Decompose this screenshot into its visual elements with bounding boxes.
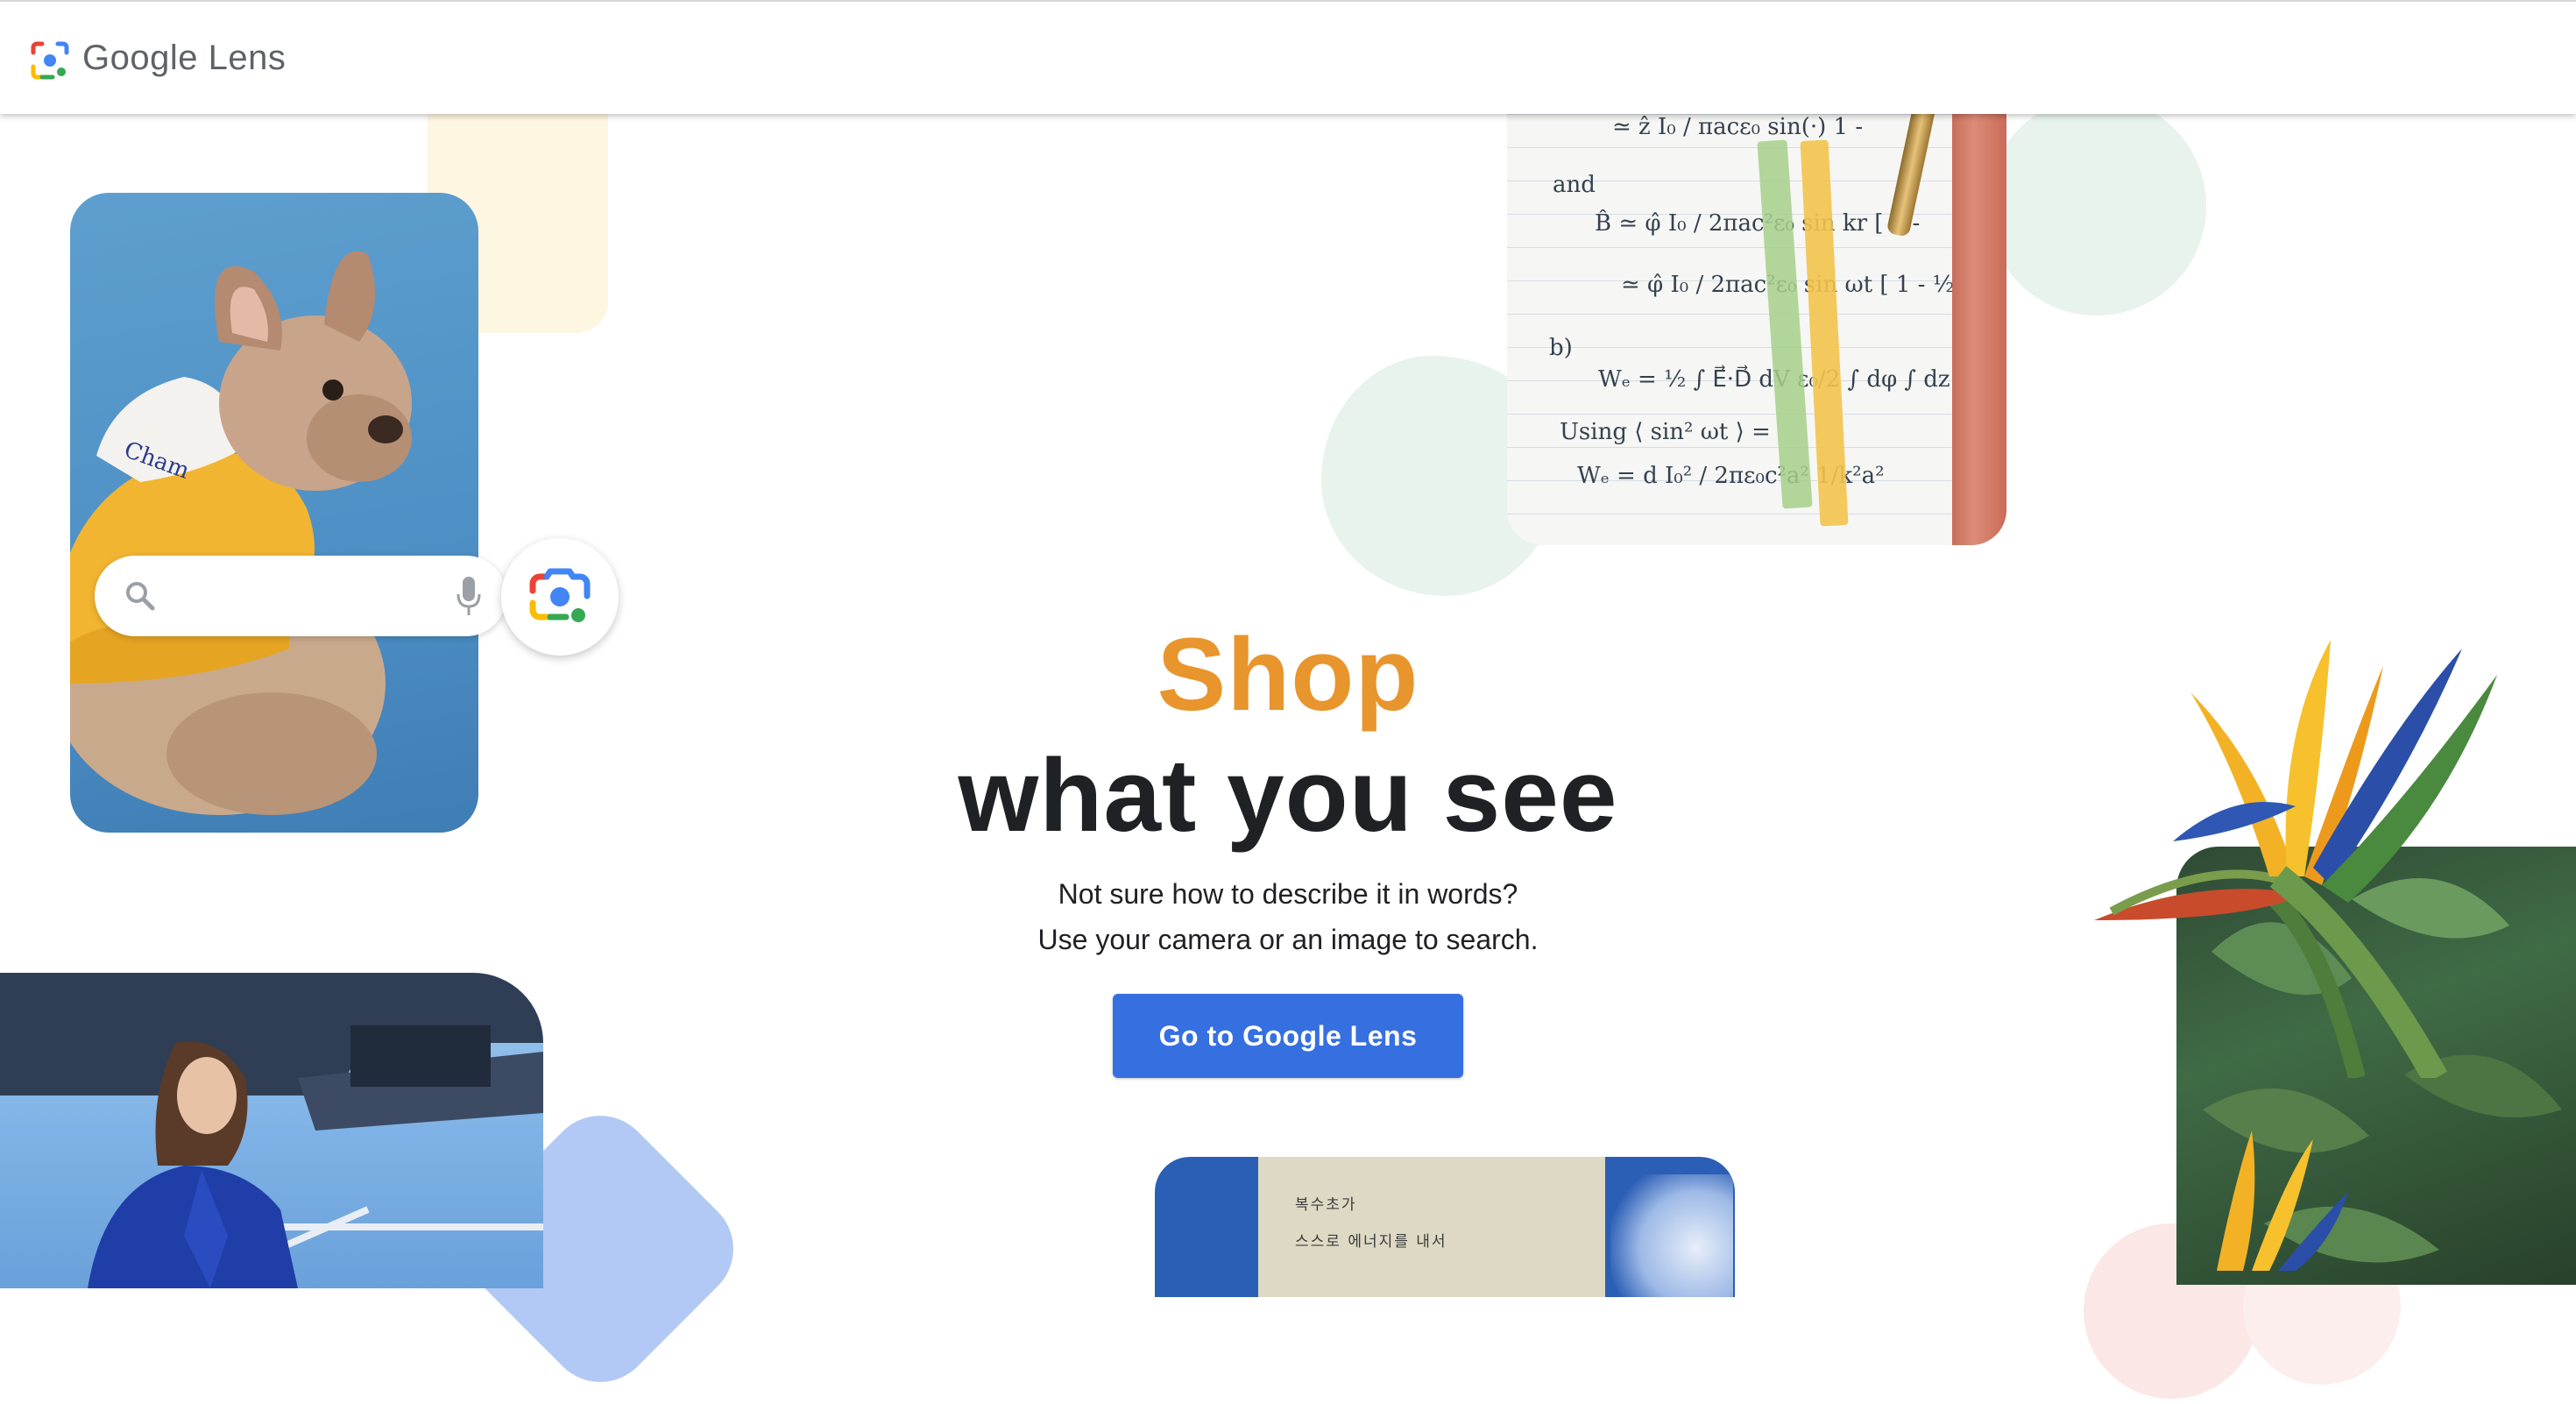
top-header: Google Lens bbox=[0, 0, 2576, 114]
hero-title-main: what you see bbox=[958, 738, 1618, 854]
notes-line: B̂ ≃ φ̂ I₀ / 2πac²ε₀ sin kr [ 1 - bbox=[1595, 210, 1921, 237]
google-lens-icon bbox=[529, 568, 591, 622]
math-notebook-photo: ≃ ẑ I₀ / πacε₀ sin(·) 1 - and B̂ ≃ φ̂ I₀… bbox=[1507, 88, 2006, 545]
google-lens-logo-icon[interactable] bbox=[30, 40, 70, 81]
notes-line: b) bbox=[1549, 335, 1573, 361]
korean-text-photo: 복수초가 스스로 에너지를 내서 bbox=[1155, 1157, 1735, 1297]
logo-google-text: Google bbox=[82, 39, 198, 77]
paper-page: 복수초가 스스로 에너지를 내서 bbox=[1258, 1157, 1605, 1297]
search-icon bbox=[123, 578, 158, 613]
google-lens-camera-button[interactable] bbox=[501, 538, 619, 656]
google-lens-wordmark[interactable]: Google Lens bbox=[82, 33, 286, 82]
bird-of-paradise-flower-small bbox=[2217, 1131, 2348, 1271]
korean-line: 스스로 에너지를 내서 bbox=[1295, 1233, 1447, 1251]
notes-line: and bbox=[1553, 172, 1596, 198]
logo-lens-text: Lens bbox=[208, 39, 287, 77]
sky-cloud bbox=[1610, 1174, 1733, 1297]
woman-in-blue-suit-photo bbox=[0, 973, 543, 1288]
search-bar-mock[interactable] bbox=[95, 556, 506, 636]
notebook-cover bbox=[1952, 88, 2006, 545]
korean-line: 복수초가 bbox=[1295, 1196, 1357, 1214]
notes-line: Using ⟨ sin² ωt ⟩ = bbox=[1560, 419, 1771, 445]
microphone-icon[interactable] bbox=[456, 575, 482, 617]
notes-line: ≃ ẑ I₀ / πacε₀ sin(·) 1 - bbox=[1612, 114, 1864, 140]
hero-subtitle-line2: Use your camera or an image to search. bbox=[1037, 924, 1539, 955]
hero-subtitle-line1: Not sure how to describe it in words? bbox=[1058, 878, 1518, 910]
decorative-mint-circle bbox=[1987, 96, 2206, 316]
go-to-google-lens-button[interactable]: Go to Google Lens bbox=[1113, 994, 1463, 1078]
